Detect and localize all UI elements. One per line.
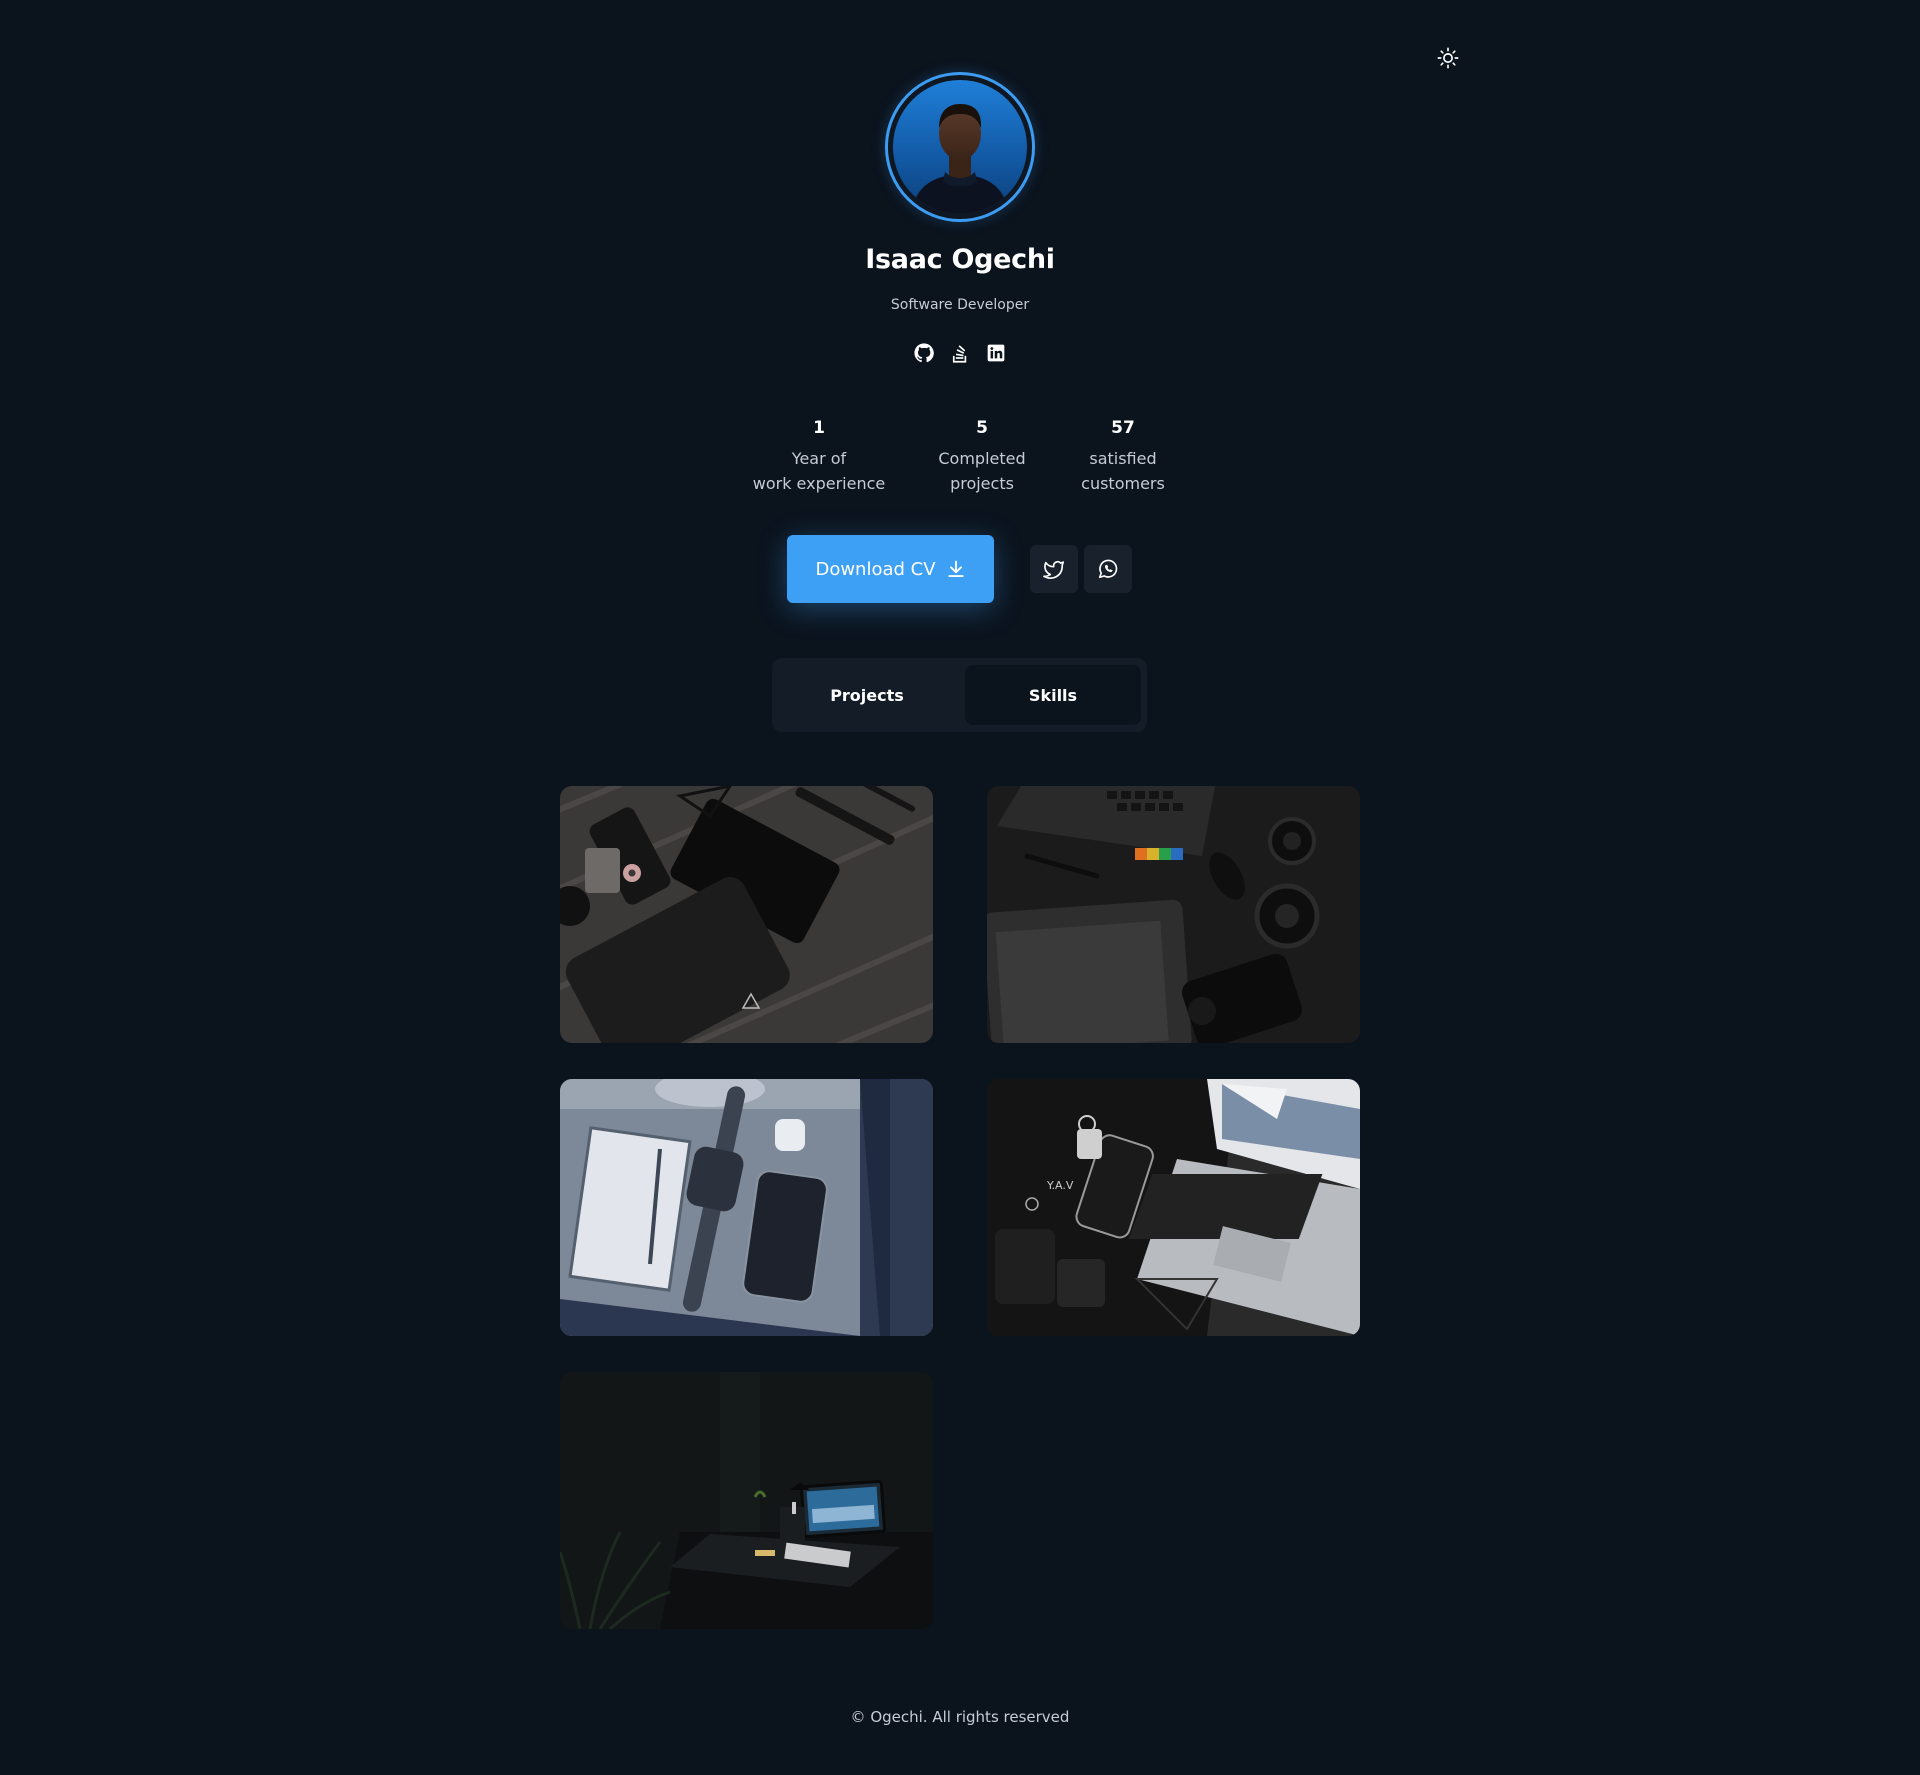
stackoverflow-link[interactable] bbox=[950, 343, 970, 363]
github-icon bbox=[914, 343, 934, 363]
linkedin-icon bbox=[987, 344, 1005, 362]
stackoverflow-icon bbox=[952, 345, 967, 363]
social-links bbox=[914, 343, 1006, 363]
project-image bbox=[560, 786, 933, 1043]
stat-customers: 57 satisfied customers bbox=[1033, 418, 1213, 496]
action-buttons: Download CV bbox=[787, 535, 1137, 603]
stat-label: Year of work experience bbox=[729, 446, 909, 496]
twitter-button[interactable] bbox=[1030, 545, 1078, 593]
download-cv-label: Download CV bbox=[815, 558, 936, 580]
stat-label-line: customers bbox=[1081, 474, 1165, 493]
project-image: Y.A.V bbox=[987, 1079, 1360, 1336]
stat-label: satisfied customers bbox=[1033, 446, 1213, 496]
svg-text:Y.A.V: Y.A.V bbox=[1046, 1179, 1074, 1192]
avatar bbox=[885, 72, 1035, 222]
profile-name: Isaac Ogechi bbox=[865, 244, 1055, 275]
github-link[interactable] bbox=[914, 343, 934, 363]
stat-label-line: Year of bbox=[791, 449, 847, 468]
project-image bbox=[560, 1372, 933, 1629]
profile-header: Isaac Ogechi Software Developer bbox=[0, 72, 1920, 363]
stat-experience: 1 Year of work experience bbox=[729, 418, 909, 496]
download-cv-button[interactable]: Download CV bbox=[787, 535, 994, 603]
project-card[interactable]: Y.A.V bbox=[987, 1079, 1360, 1336]
footer-copyright: © Ogechi. All rights reserved bbox=[850, 1708, 1070, 1726]
tab-projects[interactable]: Projects bbox=[779, 665, 955, 725]
stats-row: 1 Year of work experience 5 Completed pr… bbox=[0, 418, 1920, 508]
project-card[interactable] bbox=[560, 1079, 933, 1336]
profile-role: Software Developer bbox=[890, 297, 1030, 313]
portfolio-page: Isaac Ogechi Software Developer 1 Year o… bbox=[0, 0, 1920, 1775]
project-image bbox=[987, 786, 1360, 1043]
project-image bbox=[560, 1079, 933, 1336]
avatar-photo bbox=[893, 80, 1027, 214]
stat-value: 57 bbox=[1111, 418, 1135, 438]
whatsapp-button[interactable] bbox=[1084, 545, 1132, 593]
linkedin-link[interactable] bbox=[986, 343, 1006, 363]
stat-label-line: satisfied bbox=[1089, 449, 1157, 468]
sun-icon bbox=[1437, 47, 1459, 69]
whatsapp-icon bbox=[1098, 559, 1118, 579]
twitter-icon bbox=[1043, 560, 1064, 579]
content-tabs: Projects Skills bbox=[772, 658, 1147, 732]
project-card[interactable] bbox=[560, 786, 933, 1043]
tab-skills[interactable]: Skills bbox=[965, 665, 1141, 725]
stat-value: 1 bbox=[813, 418, 825, 438]
project-card[interactable] bbox=[560, 1372, 933, 1629]
theme-toggle-button[interactable] bbox=[1432, 42, 1464, 74]
project-card[interactable] bbox=[987, 786, 1360, 1043]
stat-label-line: work experience bbox=[752, 474, 886, 493]
download-icon bbox=[947, 560, 964, 577]
